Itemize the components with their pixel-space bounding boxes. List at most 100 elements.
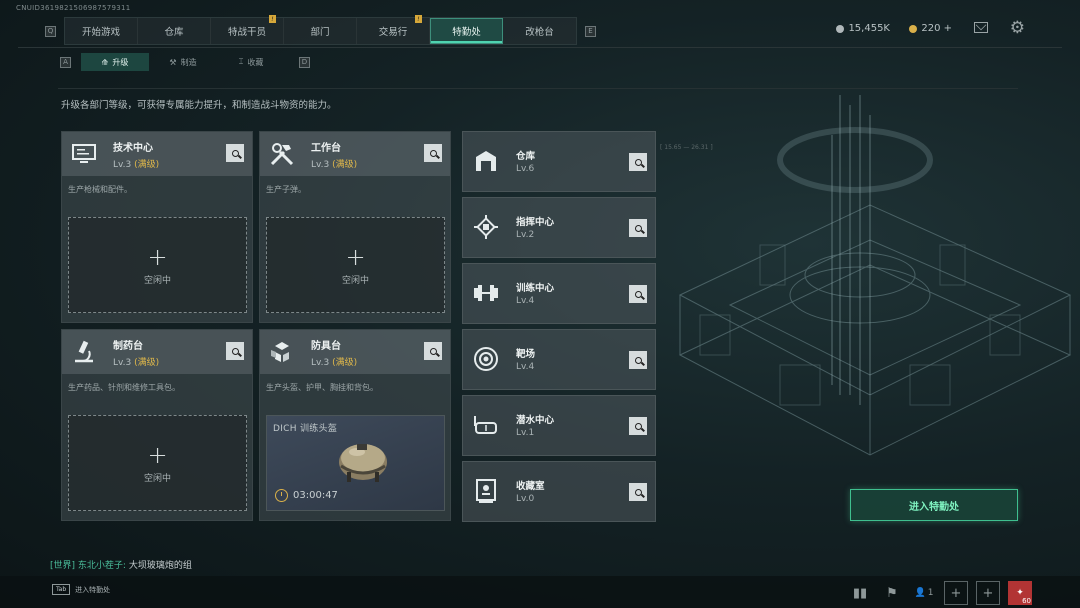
facility-description: 生产头盔、护甲、胸挂和背包。 xyxy=(266,383,378,392)
max-level-tag: (满级) xyxy=(134,357,160,368)
craft-icon: ⚒ xyxy=(169,57,177,67)
facility-card-training-center[interactable]: 训练中心 Lv.4 xyxy=(462,263,656,324)
facility-name: 工作台 xyxy=(311,142,341,154)
facility-name: 靶场 xyxy=(516,349,536,360)
premium-amount: 220 + xyxy=(921,23,952,34)
sub-navigation: A ⟰ 升级 ⚒ 制造 ⌶ 收藏 D xyxy=(50,53,320,71)
tab-gunsmith[interactable]: 改枪台 xyxy=(503,18,576,44)
tab-warehouse[interactable]: 仓库 xyxy=(138,18,211,44)
inspect-button[interactable] xyxy=(629,483,647,501)
tab-shortcut[interactable]: Tab 进入特勤处 xyxy=(52,584,110,595)
card-header: 防具台 Lv.3 (满级) xyxy=(260,330,450,374)
facility-card-collection-room[interactable]: 收藏室 Lv.0 xyxy=(462,461,656,522)
facility-card-diving-center[interactable]: 潜水中心 Lv.1 xyxy=(462,395,656,456)
chat-user: 东北小茬子: xyxy=(77,561,126,571)
inspect-button[interactable] xyxy=(629,417,647,435)
diving-mask-icon xyxy=(471,410,501,440)
stats-icon[interactable]: ▮▮ xyxy=(848,581,872,605)
gear-icon[interactable]: ⚙ xyxy=(1010,20,1025,37)
coin-balance[interactable]: 15,455K xyxy=(836,23,890,34)
inspect-button[interactable] xyxy=(226,342,244,360)
clock-icon xyxy=(275,489,288,502)
inspect-button[interactable] xyxy=(629,219,647,237)
tab-department[interactable]: 部门 xyxy=(284,18,357,44)
computer-icon xyxy=(69,139,99,169)
timer-text: 03:00:47 xyxy=(293,490,338,501)
chat-line[interactable]: [世界] 东北小茬子: 大坝玻璃炮的组 xyxy=(50,558,192,571)
add-slot-button[interactable]: + xyxy=(976,581,1000,605)
avatar-badge-count: 60 xyxy=(1022,597,1031,605)
facility-level: Lv.3 xyxy=(113,159,132,170)
friends-button[interactable]: 👤 1 xyxy=(912,581,936,605)
subnav-right-key[interactable]: D xyxy=(299,56,310,68)
tab-label: 特勤处 xyxy=(452,27,481,38)
target-icon xyxy=(471,344,501,374)
warehouse-icon xyxy=(471,146,501,176)
inspect-button[interactable] xyxy=(629,351,647,369)
inspect-button[interactable] xyxy=(629,285,647,303)
page-description: 升级各部门等级，可获得专属能力提升，和制造战斗物资的能力。 xyxy=(61,100,337,111)
tab-special-ops[interactable]: 特勤处 xyxy=(430,18,503,44)
plus-icon: + xyxy=(982,585,994,601)
production-slot[interactable]: + 空闲中 xyxy=(68,217,247,313)
card-header: 工作台 Lv.3 (满级) xyxy=(260,132,450,176)
search-icon xyxy=(634,356,642,364)
inspect-button[interactable] xyxy=(424,144,442,162)
max-level-tag: (满级) xyxy=(134,159,160,170)
subtab-craft[interactable]: ⚒ 制造 xyxy=(149,53,217,71)
inspect-button[interactable] xyxy=(424,342,442,360)
nav-left-key[interactable]: Q xyxy=(45,25,56,37)
facility-card-command-center[interactable]: 指挥中心 Lv.2 xyxy=(462,197,656,258)
search-icon xyxy=(634,488,642,496)
tab-label: 交易行 xyxy=(378,27,408,38)
crafting-slot[interactable]: DICH 训练头盔 03:00:47 xyxy=(266,415,445,511)
tab-operators[interactable]: 特战干员 xyxy=(211,15,284,44)
chat-channel: [世界] xyxy=(50,561,76,571)
flag-icon[interactable]: ⚑ xyxy=(880,581,904,605)
facility-card-workbench[interactable]: 工作台 Lv.3 (满级) 生产子弹。 + 空闲中 xyxy=(259,131,451,323)
facility-level: Lv.3 xyxy=(113,357,132,368)
tab-label: 特战干员 xyxy=(227,27,266,38)
facility-description: 生产子弹。 xyxy=(266,185,306,194)
search-icon xyxy=(429,347,437,355)
slot-status: 空闲中 xyxy=(143,473,171,484)
tab-label: 改枪台 xyxy=(525,27,554,38)
facility-card-pharmacy[interactable]: 制药台 Lv.3 (满级) 生产药品、针剂和维修工具包。 + 空闲中 xyxy=(61,329,253,521)
facility-card-shooting-range[interactable]: 靶场 Lv.4 xyxy=(462,329,656,390)
friends-icon: 👤 xyxy=(914,588,926,598)
subtab-upgrade[interactable]: ⟰ 升级 xyxy=(81,53,149,71)
enter-special-ops-button[interactable]: 进入特勤处 xyxy=(850,489,1018,521)
facility-level: Lv.2 xyxy=(516,230,535,240)
facility-card-armor-bench[interactable]: 防具台 Lv.3 (满级) 生产头盔、护甲、胸挂和背包。 DICH 训练头盔 0… xyxy=(259,329,451,521)
search-icon xyxy=(231,149,239,157)
player-avatar[interactable]: ✦ 60 xyxy=(1008,581,1032,605)
subtab-label: 升级 xyxy=(112,57,129,67)
nav-right-key[interactable]: E xyxy=(585,25,596,37)
production-slot[interactable]: + 空闲中 xyxy=(68,415,247,511)
plus-icon: + xyxy=(345,242,366,271)
facility-description: 生产药品、针剂和维修工具包。 xyxy=(68,383,180,392)
facility-card-warehouse[interactable]: 仓库 Lv.6 xyxy=(462,131,656,192)
add-slot-button[interactable]: + xyxy=(944,581,968,605)
facility-name: 指挥中心 xyxy=(516,217,555,228)
facility-level: Lv.1 xyxy=(516,428,535,438)
coin-amount: 15,455K xyxy=(848,23,890,34)
inspect-button[interactable] xyxy=(226,144,244,162)
bottom-icons: ▮▮ ⚑ 👤 1 + + ✦ 60 xyxy=(848,581,1032,605)
helmet-image xyxy=(339,444,387,482)
mail-icon[interactable] xyxy=(974,22,988,33)
top-divider xyxy=(18,47,1062,48)
subnav-left-key[interactable]: A xyxy=(60,56,71,68)
subtab-label: 制造 xyxy=(180,57,197,67)
production-slot[interactable]: + 空闲中 xyxy=(266,217,445,313)
facility-description: 生产枪械和配件。 xyxy=(68,185,132,194)
facility-name: 潜水中心 xyxy=(516,415,555,426)
premium-balance[interactable]: 220 + xyxy=(909,23,952,34)
inspect-button[interactable] xyxy=(629,153,647,171)
tab-trading[interactable]: 交易行 xyxy=(357,15,430,44)
subtab-collection[interactable]: ⌶ 收藏 xyxy=(217,53,285,71)
friends-count: 1 xyxy=(927,588,934,598)
tab-start-game[interactable]: 开始游戏 xyxy=(65,18,138,44)
facility-card-tech-center[interactable]: 技术中心 Lv.3 (满级) 生产枪械和配件。 + 空闲中 xyxy=(61,131,253,323)
top-navigation: Q 开始游戏 仓库 特战干员 部门 交易行 特勤处 改枪台 E xyxy=(45,15,596,45)
